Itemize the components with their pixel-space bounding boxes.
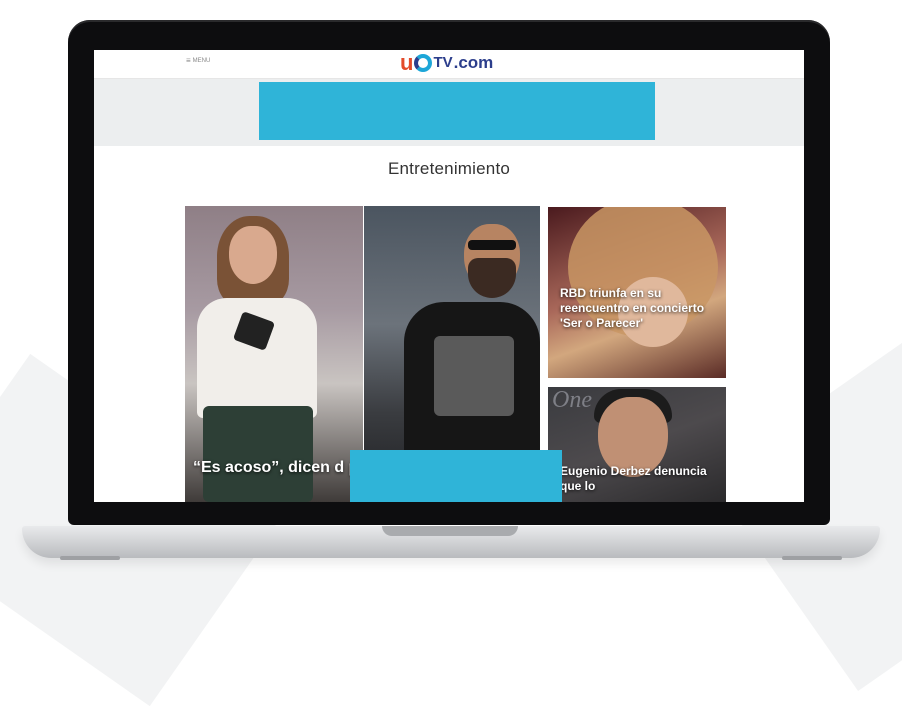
logo-tv: TV <box>433 54 453 71</box>
ad-banner-top[interactable] <box>259 82 655 140</box>
ad-banner-bottom[interactable] <box>350 450 562 502</box>
laptop-foot-right <box>782 556 842 560</box>
article-title-rbd[interactable]: RBD triunfa en su reencuentro en concier… <box>560 286 710 331</box>
section-title: Entretenimiento <box>387 159 511 178</box>
laptop-notch <box>382 526 518 536</box>
laptop-foot-left <box>60 556 120 560</box>
image-background-text: One <box>552 387 592 413</box>
logo-ring-icon <box>414 54 433 72</box>
logo-u: u <box>400 50 414 75</box>
article-title-derbez[interactable]: Eugenio Derbez denuncia que lo <box>560 464 710 494</box>
site-logo[interactable]: u TV .com <box>400 52 493 74</box>
site-header: ≡ MENU u TV .com <box>94 50 804 79</box>
menu-button[interactable]: ≡ MENU <box>186 57 210 65</box>
article-card-derbez[interactable]: One Eugenio Derbez denuncia que lo <box>548 387 726 502</box>
menu-label: MENU <box>192 58 211 64</box>
laptop-screen: ≡ MENU u TV .com Entretenimiento “Es aco… <box>94 50 804 502</box>
hamburger-icon[interactable]: ≡ <box>186 57 191 65</box>
article-card-rbd[interactable]: RBD triunfa en su reencuentro en concier… <box>548 207 726 378</box>
logo-domain: .com <box>453 53 494 72</box>
